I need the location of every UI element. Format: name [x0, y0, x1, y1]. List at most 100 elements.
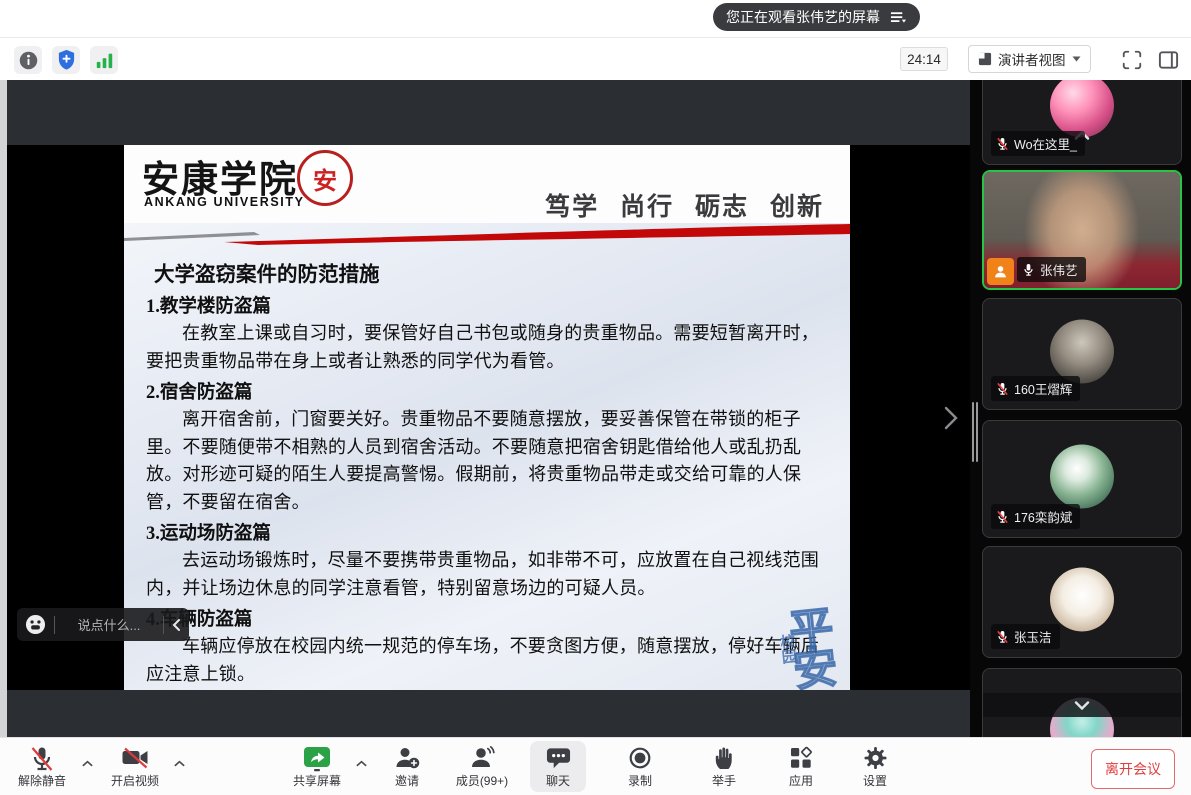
video-options-chevron[interactable]	[172, 758, 186, 768]
view-mode-button[interactable]: 演讲者视图	[968, 45, 1091, 73]
slide-watermark-small: 校园	[775, 633, 799, 665]
members-button[interactable]: 成员(99+)	[444, 741, 520, 793]
share-options-chevron[interactable]	[354, 758, 368, 768]
section-body: 离开宿舍前，门窗要关好。贵重物品不要随意摆放，要妥善保管在带锁的柜子里。不要随便…	[146, 406, 828, 516]
chat-icon	[546, 746, 571, 770]
fullscreen-button[interactable]	[1118, 46, 1145, 73]
section-heading: 4.车辆防盗篇	[146, 605, 828, 631]
slide-divider-swoosh	[124, 221, 850, 247]
viewer-banner: 您正在观看张伟艺的屏幕	[713, 3, 920, 31]
university-emblem: 安	[297, 150, 353, 206]
chat-label: 聊天	[546, 772, 570, 789]
settings-gear-icon	[863, 746, 888, 770]
sidebar-resize-handle[interactable]	[972, 402, 979, 462]
participant-name: 张伟艺	[1040, 260, 1078, 279]
apps-icon	[789, 746, 813, 770]
participant-tile[interactable]	[982, 668, 1182, 737]
collapse-left-icon[interactable]	[172, 618, 181, 632]
section-heading: 2.宿舍防盗篇	[146, 378, 828, 404]
section-body: 在教室上课或自习时，要保管好自己书包或随身的贵重物品。需要短暂离开时，要把贵重物…	[146, 320, 828, 375]
hamburger-icon	[890, 10, 907, 24]
start-video-label: 开启视频	[111, 772, 159, 789]
emoji-button[interactable]	[25, 614, 46, 635]
shield-plus-icon	[56, 49, 77, 71]
record-label: 录制	[628, 772, 652, 789]
participant-label: Wo在这里_	[991, 131, 1085, 156]
section-body: 去运动场锻炼时，尽量不要携带贵重物品，如非带不可，应放置在自己视线范围内，并让场…	[146, 547, 828, 602]
participant-name: 176栾韵斌	[1014, 507, 1072, 526]
shared-screen-stage: 安康学院 ANKANG UNIVERSITY 安 笃学 尚行 砺志 创新 大学盗…	[0, 80, 970, 737]
participant-label: 160王熠辉	[991, 376, 1080, 401]
mic-muted-icon	[996, 382, 1009, 396]
participants-sidebar: Wo在这里_ 张伟艺	[970, 80, 1191, 737]
members-icon	[470, 746, 495, 770]
chat-input-collapsed[interactable]: 说点什么...	[63, 615, 155, 634]
audio-options-chevron[interactable]	[80, 758, 94, 768]
slide-body: 大学盗窃案件的防范措施 1.教学楼防盗篇 在教室上课或自习时，要保管好自己书包或…	[124, 247, 850, 690]
section-heading: 3.运动场防盗篇	[146, 519, 828, 545]
university-name-en: ANKANG UNIVERSITY	[144, 195, 305, 209]
participant-name: 160王熠辉	[1014, 379, 1072, 398]
chat-button[interactable]: 聊天	[520, 741, 596, 793]
security-button[interactable]	[52, 46, 80, 74]
members-label: 成员(99+)	[456, 772, 508, 789]
participant-tile[interactable]: Wo在这里_	[982, 80, 1182, 165]
banner-menu-icon[interactable]	[890, 10, 907, 24]
chevron-right-icon	[944, 406, 958, 430]
invite-label: 邀请	[395, 772, 419, 789]
mic-muted-icon	[996, 630, 1009, 644]
side-panel-toggle-button[interactable]	[1155, 46, 1182, 73]
invite-button[interactable]: 邀请	[369, 741, 445, 793]
participant-tile[interactable]: 160王熠辉	[982, 298, 1182, 410]
camera-off-icon	[122, 746, 149, 770]
meeting-timer: 24:14	[900, 47, 948, 71]
overlay-divider	[163, 616, 164, 634]
overlay-divider	[54, 616, 55, 634]
network-stats-button[interactable]	[90, 46, 118, 74]
view-mode-label: 演讲者视图	[998, 49, 1066, 69]
bottom-toolbar: 解除静音 开启视频 共享屏幕	[0, 737, 1191, 795]
share-screen-icon	[303, 746, 331, 772]
apps-button[interactable]: 应用	[763, 741, 839, 793]
raise-hand-icon	[713, 746, 736, 770]
scroll-down-control[interactable]	[983, 693, 1181, 717]
unmute-label: 解除静音	[18, 772, 66, 789]
expand-right-arrow[interactable]	[944, 406, 958, 435]
mic-on-icon	[1022, 263, 1035, 277]
leave-meeting-button[interactable]: 离开会议	[1091, 749, 1175, 789]
apps-label: 应用	[789, 772, 813, 789]
meeting-info-button[interactable]	[14, 46, 42, 74]
caret-down-icon	[1072, 56, 1081, 62]
participant-label: 张伟艺	[1017, 257, 1086, 282]
viewer-banner-text: 您正在观看张伟艺的屏幕	[726, 7, 880, 27]
slide-title: 大学盗窃案件的防范措施	[154, 257, 828, 287]
raise-hand-button[interactable]: 举手	[686, 741, 762, 793]
participant-label: 176栾韵斌	[991, 504, 1080, 529]
settings-label: 设置	[863, 772, 887, 789]
participant-tile-active-speaker[interactable]: 张伟艺	[982, 170, 1182, 290]
avatar	[1050, 567, 1114, 631]
participant-name: 张玉洁	[1014, 627, 1052, 646]
settings-button[interactable]: 设置	[837, 741, 913, 793]
section-heading: 1.教学楼防盗篇	[146, 292, 828, 318]
fullscreen-icon	[1121, 49, 1143, 71]
side-panel-icon	[1157, 49, 1180, 71]
slide-header: 安康学院 ANKANG UNIVERSITY 安 笃学 尚行 砺志 创新	[124, 145, 850, 223]
university-motto: 笃学 尚行 砺志 创新	[545, 187, 824, 223]
share-screen-label: 共享屏幕	[293, 772, 341, 789]
start-video-button[interactable]: 开启视频	[97, 741, 173, 793]
participant-tile[interactable]: 176栾韵斌	[982, 420, 1182, 538]
participant-tile[interactable]: 张玉洁	[982, 546, 1182, 658]
participant-name: Wo在这里_	[1014, 134, 1077, 153]
top-banner-bar: 您正在观看张伟艺的屏幕	[0, 0, 1191, 37]
invite-icon	[395, 746, 420, 770]
record-button[interactable]: 录制	[602, 741, 678, 793]
raise-hand-label: 举手	[712, 772, 736, 789]
presentation-slide: 安康学院 ANKANG UNIVERSITY 安 笃学 尚行 砺志 创新 大学盗…	[124, 145, 850, 690]
record-icon	[628, 746, 652, 770]
share-screen-button[interactable]: 共享屏幕	[279, 741, 355, 793]
mic-muted-icon	[996, 510, 1009, 524]
mic-muted-icon	[30, 746, 54, 772]
unmute-button[interactable]: 解除静音	[4, 741, 80, 793]
signal-bars-icon	[94, 50, 115, 70]
